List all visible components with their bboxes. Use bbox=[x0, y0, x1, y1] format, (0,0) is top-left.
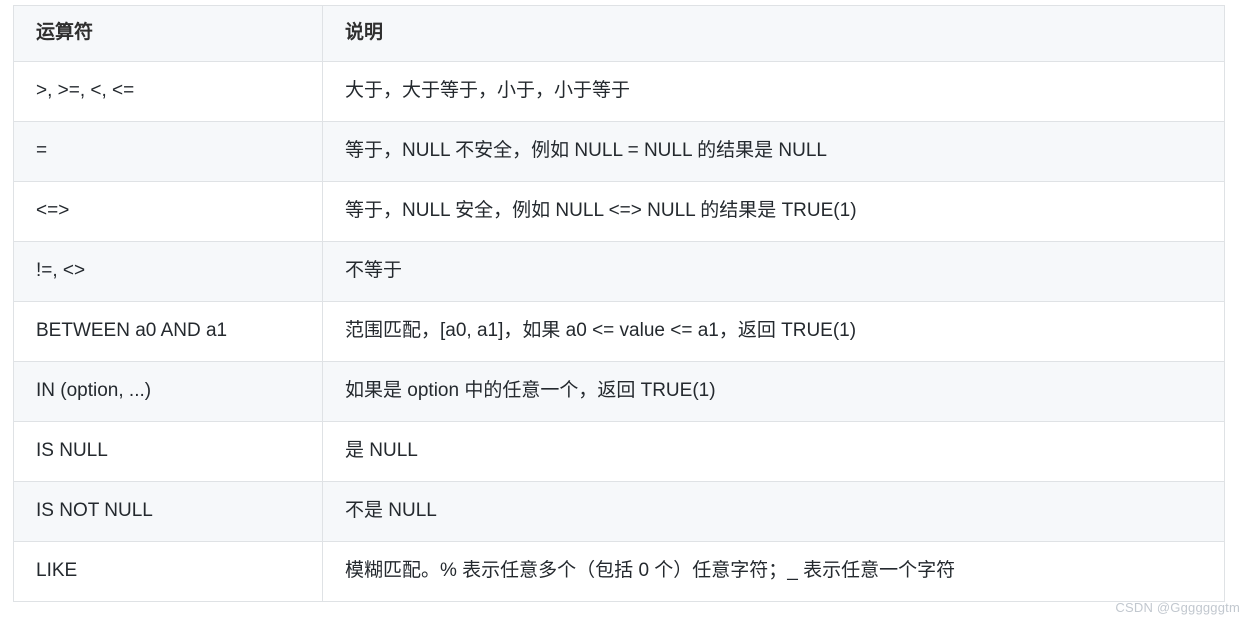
cell-description: 是 NULL bbox=[322, 421, 1225, 482]
cell-operator: IN (option, ...) bbox=[13, 361, 323, 422]
page-root: 运算符 说明 >, >=, <, <= 大于，大于等于，小于，小于等于 = 等于… bbox=[0, 0, 1248, 619]
cell-description: 不是 NULL bbox=[322, 481, 1225, 542]
cell-operator: BETWEEN a0 AND a1 bbox=[13, 301, 323, 362]
cell-description: 范围匹配，[a0, a1]，如果 a0 <= value <= a1，返回 TR… bbox=[322, 301, 1225, 362]
table-row: !=, <> 不等于 bbox=[13, 241, 1225, 302]
table-row: IS NULL 是 NULL bbox=[13, 421, 1225, 482]
cell-operator: IS NULL bbox=[13, 421, 323, 482]
column-header-description: 说明 bbox=[322, 5, 1225, 62]
cell-description: 模糊匹配。% 表示任意多个（包括 0 个）任意字符；_ 表示任意一个字符 bbox=[322, 541, 1225, 602]
table-row: IS NOT NULL 不是 NULL bbox=[13, 481, 1225, 542]
table-row: >, >=, <, <= 大于，大于等于，小于，小于等于 bbox=[13, 61, 1225, 122]
table-row: <=> 等于，NULL 安全，例如 NULL <=> NULL 的结果是 TRU… bbox=[13, 181, 1225, 242]
operators-table-container: 运算符 说明 >, >=, <, <= 大于，大于等于，小于，小于等于 = 等于… bbox=[13, 5, 1225, 602]
operators-table: 运算符 说明 >, >=, <, <= 大于，大于等于，小于，小于等于 = 等于… bbox=[13, 5, 1225, 602]
cell-operator: LIKE bbox=[13, 541, 323, 602]
cell-description: 等于，NULL 安全，例如 NULL <=> NULL 的结果是 TRUE(1) bbox=[322, 181, 1225, 242]
cell-description: 不等于 bbox=[322, 241, 1225, 302]
cell-operator: = bbox=[13, 121, 323, 182]
cell-description: 大于，大于等于，小于，小于等于 bbox=[322, 61, 1225, 122]
table-header-row: 运算符 说明 bbox=[13, 5, 1225, 62]
table-body: >, >=, <, <= 大于，大于等于，小于，小于等于 = 等于，NULL 不… bbox=[13, 61, 1225, 602]
column-header-operator: 运算符 bbox=[13, 5, 323, 62]
table-row: LIKE 模糊匹配。% 表示任意多个（包括 0 个）任意字符；_ 表示任意一个字… bbox=[13, 541, 1225, 602]
cell-operator: IS NOT NULL bbox=[13, 481, 323, 542]
table-row: = 等于，NULL 不安全，例如 NULL = NULL 的结果是 NULL bbox=[13, 121, 1225, 182]
watermark: CSDN @Gggggggtm bbox=[1115, 600, 1240, 615]
cell-description: 如果是 option 中的任意一个，返回 TRUE(1) bbox=[322, 361, 1225, 422]
table-row: IN (option, ...) 如果是 option 中的任意一个，返回 TR… bbox=[13, 361, 1225, 422]
cell-operator: >, >=, <, <= bbox=[13, 61, 323, 122]
table-row: BETWEEN a0 AND a1 范围匹配，[a0, a1]，如果 a0 <=… bbox=[13, 301, 1225, 362]
cell-operator: !=, <> bbox=[13, 241, 323, 302]
table-header: 运算符 说明 bbox=[13, 5, 1225, 62]
cell-description: 等于，NULL 不安全，例如 NULL = NULL 的结果是 NULL bbox=[322, 121, 1225, 182]
cell-operator: <=> bbox=[13, 181, 323, 242]
